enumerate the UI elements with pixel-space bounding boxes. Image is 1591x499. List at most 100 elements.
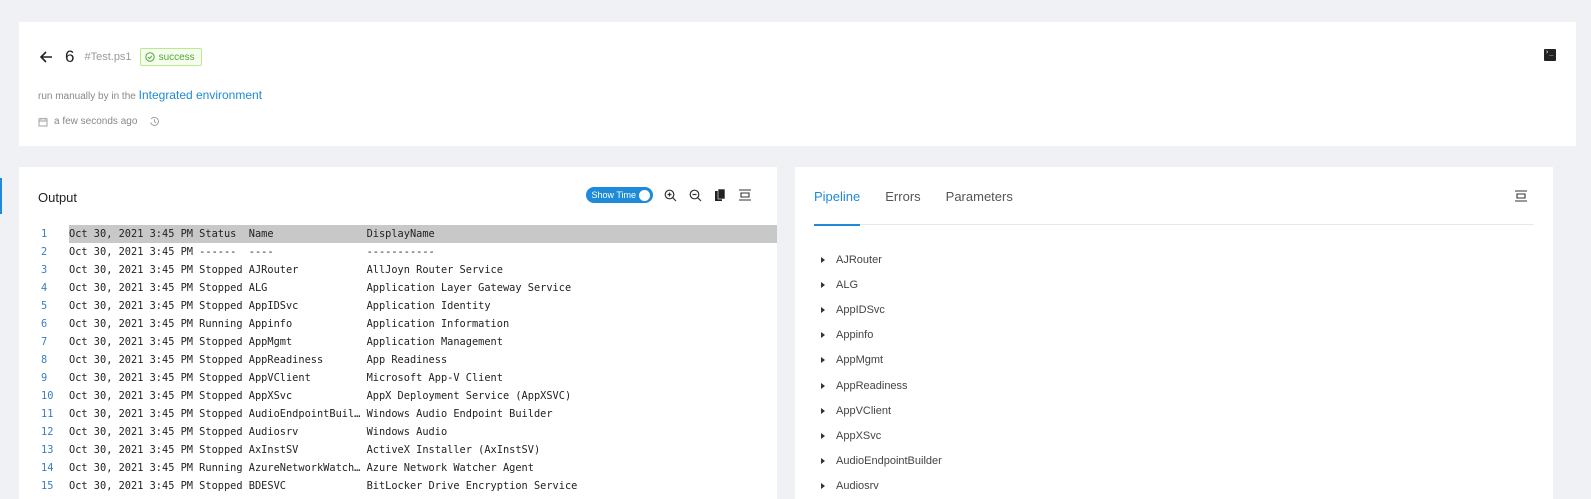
wrap-icon[interactable]: [737, 187, 753, 203]
caret-right-icon: [821, 281, 825, 288]
tree-item-label: AppVClient: [836, 404, 892, 417]
tree-item[interactable]: ALG: [821, 272, 942, 297]
line-number: 7: [41, 336, 48, 348]
line-text: Oct 30, 2021 3:45 PM Stopped AppReadines…: [69, 354, 448, 366]
output-title: Output: [38, 190, 78, 205]
log-line: 5 Oct 30, 2021 3:45 PM Stopped AppIDSvc A…: [19, 297, 777, 315]
line-text: Oct 30, 2021 3:45 PM Stopped AppMgmt App…: [69, 336, 503, 348]
arrow-left-icon[interactable]: [38, 49, 54, 65]
line-text: Oct 30, 2021 3:45 PM Stopped AppIDSvc Ap…: [69, 300, 491, 312]
run-meta: run manually by in the Integrated enviro…: [38, 88, 262, 102]
line-number: 13: [41, 444, 54, 456]
line-text: Oct 30, 2021 3:45 PM Stopped AudioEndpoi…: [69, 408, 553, 420]
line-text: Oct 30, 2021 3:45 PM Status Name Display…: [69, 225, 777, 243]
log-line: 14 Oct 30, 2021 3:45 PM Running AzureNetw…: [19, 459, 777, 477]
tree-item[interactable]: Appinfo: [821, 323, 942, 348]
line-text: Oct 30, 2021 3:45 PM Stopped ALG Applica…: [69, 282, 572, 294]
log-line: 8 Oct 30, 2021 3:45 PM Stopped AppReadine…: [19, 351, 777, 369]
copy-icon[interactable]: [712, 187, 728, 203]
line-number: 11: [41, 408, 54, 420]
show-time-toggle[interactable]: Show Time: [586, 187, 653, 203]
log-line: 12 Oct 30, 2021 3:45 PM Stopped Audiosrv …: [19, 423, 777, 441]
caret-right-icon: [821, 432, 825, 439]
log-line: 13 Oct 30, 2021 3:45 PM Stopped AxInstSV …: [19, 441, 777, 459]
caret-right-icon: [821, 382, 825, 389]
tree-item-label: AudioEndpointBuilder: [836, 455, 942, 468]
tab-pipeline[interactable]: Pipeline: [814, 167, 861, 226]
tree-item[interactable]: Audiosrv: [821, 474, 942, 499]
tree-item-label: AJRouter: [836, 253, 882, 266]
line-number: 4: [41, 282, 48, 294]
time-row: a few seconds ago: [38, 116, 160, 127]
line-text: Oct 30, 2021 3:45 PM Stopped AppXSvc App…: [69, 390, 572, 402]
log-line: 9 Oct 30, 2021 3:45 PM Stopped AppVClient…: [19, 369, 777, 387]
line-text: Oct 30, 2021 3:45 PM ------ ---- -------…: [69, 246, 435, 258]
caret-right-icon: [821, 357, 825, 364]
terminal-icon[interactable]: [1544, 48, 1556, 61]
tree-item[interactable]: AppVClient: [821, 398, 942, 423]
wrap-icon[interactable]: [1513, 188, 1529, 204]
script-tag: #Test.ps1: [84, 51, 132, 63]
line-number: 9: [41, 372, 48, 384]
show-time-label: Show Time: [591, 190, 636, 200]
pipeline-tree: AJRouter ALG AppIDSvc Appinfo AppMgmt Ap…: [821, 247, 942, 499]
caret-right-icon: [821, 458, 825, 465]
output-log: 1 Oct 30, 2021 3:45 PM Status Name Displa…: [19, 225, 777, 495]
tree-item[interactable]: AudioEndpointBuilder: [821, 449, 942, 474]
line-number: 3: [41, 264, 48, 276]
tree-item[interactable]: AJRouter: [821, 247, 942, 272]
output-panel: Output Show Time 1 Oct 30, 2021 3:45 PM S…: [19, 167, 777, 499]
environment-link[interactable]: Integrated environment: [139, 88, 262, 102]
tree-item[interactable]: AppIDSvc: [821, 297, 942, 322]
caret-right-icon: [821, 407, 825, 414]
log-line: 11 Oct 30, 2021 3:45 PM Stopped AudioEndp…: [19, 405, 777, 423]
tree-item-label: Audiosrv: [836, 480, 879, 493]
log-line: 4 Oct 30, 2021 3:45 PM Stopped ALG Applic…: [19, 279, 777, 297]
caret-right-icon: [821, 256, 825, 263]
log-line: 2 Oct 30, 2021 3:45 PM ------ ---- ------…: [19, 243, 777, 261]
zoom-in-icon[interactable]: [662, 187, 678, 203]
line-number: 14: [41, 462, 54, 474]
log-line: 15 Oct 30, 2021 3:45 PM Stopped BDESVC Bi…: [19, 477, 777, 495]
panel-tabs: Pipeline Errors Parameters: [814, 167, 1534, 226]
caret-right-icon: [821, 483, 825, 490]
tree-item[interactable]: AppMgmt: [821, 348, 942, 373]
line-number: 1: [41, 228, 48, 240]
run-header: 6 #Test.ps1 success run manually by in t…: [19, 22, 1576, 146]
tab-parameters[interactable]: Parameters: [946, 167, 1013, 225]
line-number: 10: [41, 390, 54, 402]
left-accent-bar: [0, 178, 2, 214]
log-line: 10 Oct 30, 2021 3:45 PM Stopped AppXSvc A…: [19, 387, 777, 405]
line-number: 15: [41, 480, 54, 492]
title-row: 6 #Test.ps1 success: [38, 46, 202, 68]
calendar-icon: [38, 117, 48, 127]
tree-item-label: AppXSvc: [836, 429, 882, 442]
log-line: 6 Oct 30, 2021 3:45 PM Running Appinfo Ap…: [19, 315, 777, 333]
history-icon[interactable]: [149, 116, 160, 127]
check-circle-icon: [144, 52, 155, 62]
tree-item-label: ALG: [836, 278, 859, 291]
run-number: 6: [65, 47, 75, 66]
zoom-out-icon[interactable]: [687, 187, 703, 203]
pipeline-panel: Pipeline Errors Parameters AJRouter ALG …: [795, 167, 1553, 499]
line-number: 5: [41, 300, 48, 312]
log-line: 7 Oct 30, 2021 3:45 PM Stopped AppMgmt Ap…: [19, 333, 777, 351]
line-text: Oct 30, 2021 3:45 PM Stopped AxInstSV Ac…: [69, 444, 541, 456]
status-badge: success: [139, 48, 202, 66]
line-number: 2: [41, 246, 48, 258]
output-toolbar: Show Time: [586, 187, 753, 203]
line-number: 8: [41, 354, 48, 366]
tree-item[interactable]: AppReadiness: [821, 373, 942, 398]
tree-item-label: AppMgmt: [836, 354, 884, 367]
caret-right-icon: [821, 306, 825, 313]
tree-item[interactable]: AppXSvc: [821, 423, 942, 448]
line-text: Oct 30, 2021 3:45 PM Stopped AJRouter Al…: [69, 264, 503, 276]
tree-item-label: Appinfo: [836, 329, 874, 342]
tree-item-label: AppIDSvc: [836, 303, 885, 316]
time-ago: a few seconds ago: [54, 116, 138, 127]
tab-errors[interactable]: Errors: [885, 167, 920, 225]
log-line: 3 Oct 30, 2021 3:45 PM Stopped AJRouter A…: [19, 261, 777, 279]
caret-right-icon: [821, 332, 825, 339]
line-text: Oct 30, 2021 3:45 PM Stopped BDESVC BitL…: [69, 480, 578, 492]
log-line: 1 Oct 30, 2021 3:45 PM Status Name Displa…: [19, 225, 777, 243]
